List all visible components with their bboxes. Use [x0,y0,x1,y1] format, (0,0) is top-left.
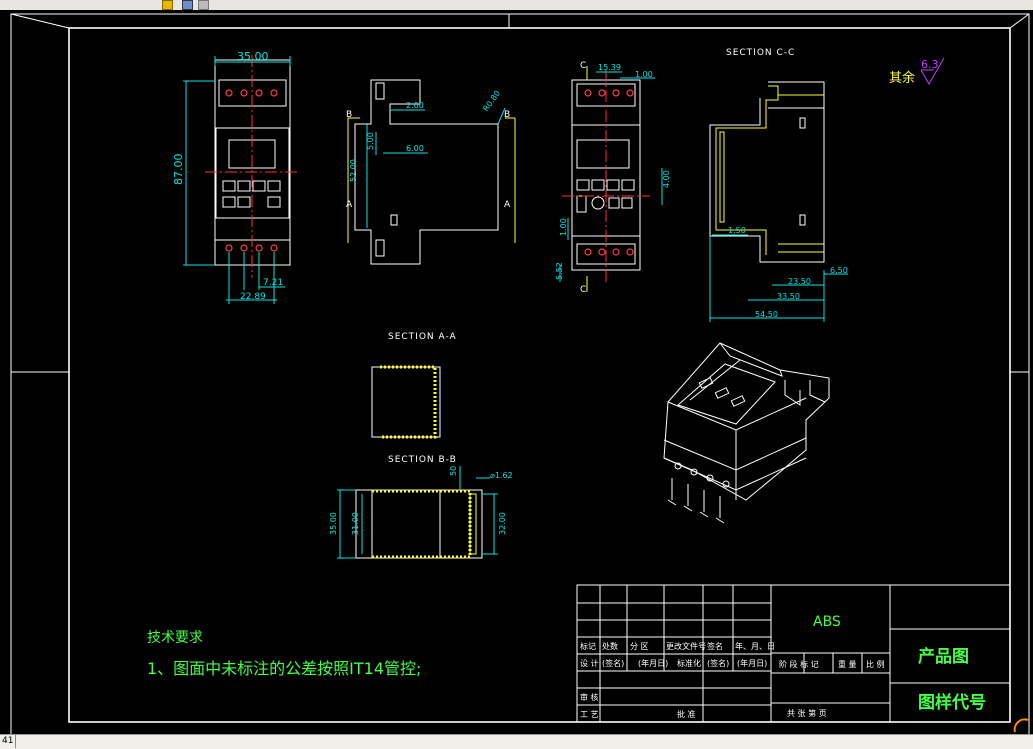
product-name: 产品图 [918,646,969,667]
technical-notes: 技术要求 1、图面中未标注的公差按照IT14管控; [147,630,421,678]
side-radius-dim: R0.80 [481,89,502,113]
toolbar-end-icon[interactable] [198,0,209,10]
material-label: ABS [813,614,841,630]
status-bar: 41 [0,734,1033,749]
tb-sheets: 共 张 第 页 [787,708,827,718]
ucs-icon [1013,718,1029,733]
tb-design-2: (年月日) [638,658,668,668]
drawing-code: 图样代号 [918,692,986,713]
tb-header-5: 年、月、日 [735,641,775,651]
section-marker-c-bottom: C [580,285,586,295]
coordinate-readout: 41 [0,735,17,748]
bb-dim-1: 50 [449,466,458,476]
side-dim-3: 6.00 [406,144,424,153]
tb-header-4: 签名 [707,641,723,651]
rear-dim-5: 5.52 [555,262,564,280]
section-bb-title: SECTION B-B [388,455,457,465]
section-c-c: SECTION C-C 1.50 23.50 6.50 33.50 54.50 [709,48,848,322]
notes-item-1: 1、图面中未标注的公差按照IT14管控; [147,659,421,678]
sheet-border [10,13,1030,734]
roughness-value: 6.3 [921,58,939,71]
tb-review: 审 核 [580,692,599,702]
bb-dim-3: 35.00 [329,512,338,535]
tb-header-0: 标记 [580,641,596,651]
tb-stage-2: 比 例 [866,659,885,669]
section-marker-a-left: A [346,200,353,210]
tb-header-3: 更改文件号 [666,641,706,651]
side-dim-1: 2.00 [406,101,424,110]
cc-dim-2: 23.50 [788,277,811,286]
cad-drawing[interactable]: 35.00 87.00 7.21 22.89 B B A A 2.00 6.00… [0,10,1033,734]
tb-stage-1: 重 量 [838,659,857,669]
tb-stage-0: 阶 段 标 记 [779,659,819,669]
tb-design-0: 设 计 [580,658,599,668]
rear-view: C C 15.39 1.00 4.00 1.00 5.52 [555,61,671,295]
cc-dim-3: 6.50 [830,266,848,275]
tb-header-1: 处数 [602,641,618,651]
section-marker-b-right: B [504,110,510,120]
tb-header-2: 分 区 [630,642,649,651]
layer-icon[interactable] [182,0,193,10]
section-marker-a-right: A [504,200,511,210]
pin-span-dim: 22.89 [240,292,266,302]
front-width-dim: 35.00 [237,50,269,63]
rear-dim-2: 1.00 [635,70,653,79]
pin-pitch-dim: 7.21 [263,278,283,288]
tb-design-4: (签名) [707,658,729,668]
tb-design-5: (年月日) [737,658,767,668]
bb-dim-2: ⌀1.62 [490,471,513,480]
section-marker-b-left: B [346,110,352,120]
section-a-a: SECTION A-A [371,332,457,439]
tb-approve: 批 准 [677,709,696,719]
bb-dim-5: 32.00 [498,512,507,535]
side-view: B B A A 2.00 6.00 5.00 52.00 R0.80 [346,79,516,265]
bb-dim-4: 31.00 [351,512,360,535]
side-dim-4: 52.00 [349,159,358,182]
rear-dim-4: 1.00 [559,218,568,236]
rear-dim-3: 4.00 [662,170,671,188]
section-b-b: SECTION B-B 35.00 31.00 32.00 50 ⌀1.62 [329,455,513,559]
front-view: 35.00 87.00 7.21 22.89 [172,50,300,304]
pencil-icon[interactable] [162,0,173,10]
section-aa-title: SECTION A-A [388,332,457,342]
section-cc-title: SECTION C-C [726,48,795,58]
cc-dim-5: 54.50 [755,310,778,319]
front-height-dim: 87.00 [172,154,185,186]
side-dim-2: 5.00 [366,132,375,150]
section-marker-c-top: C [580,61,586,71]
drawing-canvas[interactable]: 35.00 87.00 7.21 22.89 B B A A 2.00 6.00… [0,10,1033,734]
tb-design-3: 标准化 [677,658,701,668]
scrollbar[interactable] [993,735,1033,748]
cc-dim-4: 33.50 [777,292,800,301]
rear-dim-1: 15.39 [598,63,621,72]
title-block: ABS 产品图 图样代号 标记 处数 分 区 更改文件号 签名 年、月、日 设 … [576,584,1011,723]
roughness-prefix: 其余 [889,70,915,86]
cc-dim-1: 1.50 [728,226,746,235]
notes-heading: 技术要求 [147,630,203,646]
roughness-symbol: 其余 6.3 [889,57,945,86]
tb-design-1: (签名) [602,658,624,668]
tb-process: 工 艺 [580,710,599,719]
isometric-view [663,342,830,524]
